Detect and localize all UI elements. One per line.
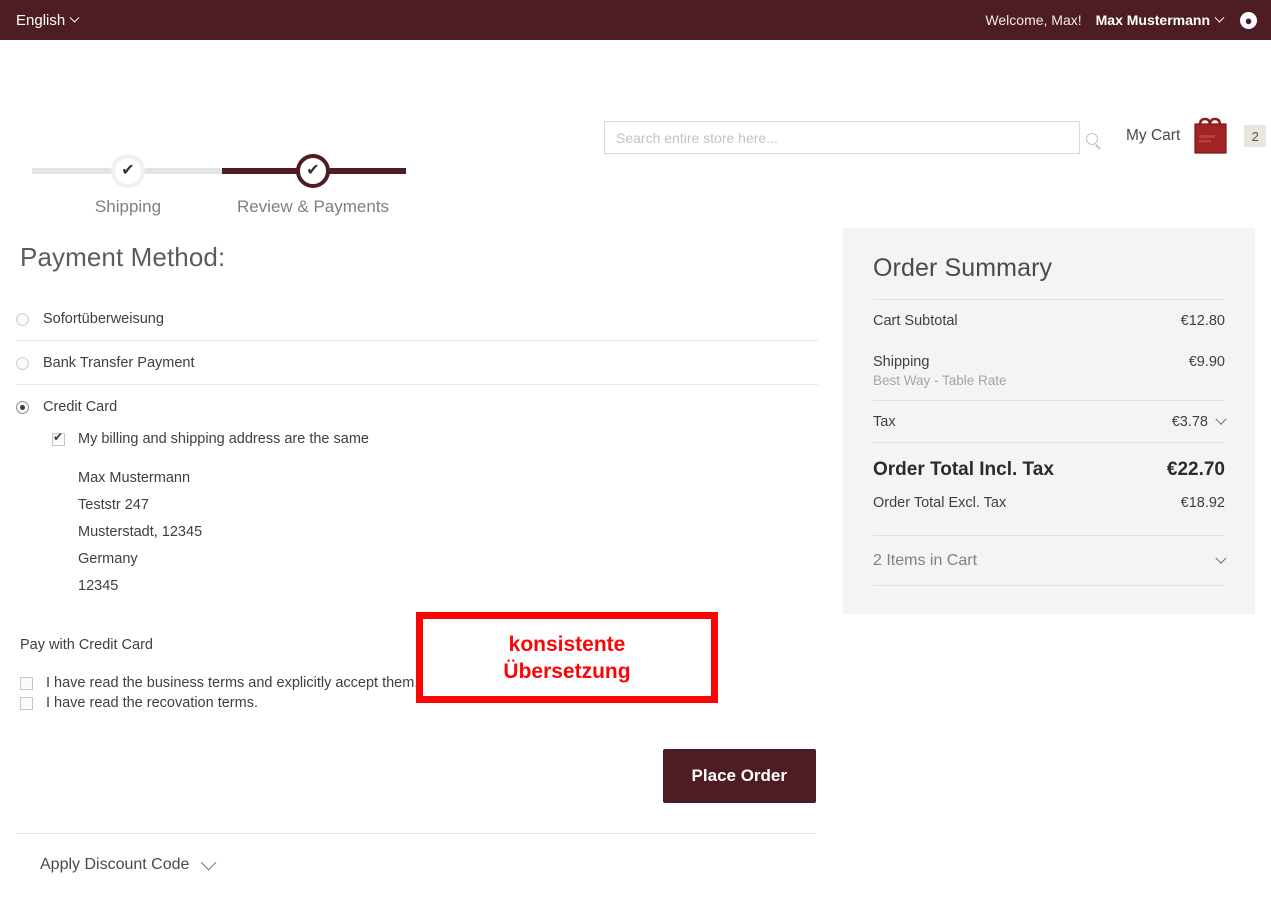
summary-value: €12.80 (1180, 313, 1225, 329)
apply-discount-code-label: Apply Discount Code (40, 856, 190, 873)
summary-row-tax[interactable]: Tax €3.78 (873, 400, 1227, 443)
summary-shipping-group: Shipping Best Way - Table Rate (873, 354, 1007, 388)
billing-address-block: Max Mustermann Teststr 247 Musterstadt, … (78, 465, 818, 600)
summary-label: Tax (873, 414, 896, 430)
annotation-callout-box: konsistente Übersetzung (416, 612, 718, 703)
summary-tax-value-group[interactable]: €3.78 (1171, 413, 1227, 430)
payment-methods-list: Sofortüberweisung Bank Transfer Payment … (16, 297, 818, 613)
checkout-columns: Payment Method: Sofortüberweisung Bank T… (16, 224, 1255, 874)
address-line: Teststr 247 (78, 497, 149, 513)
summary-label: Order Total Excl. Tax (873, 495, 1007, 511)
order-totals-table: Cart Subtotal €12.80 Shipping Best Way -… (873, 299, 1227, 586)
chevron-down-icon (1215, 552, 1227, 564)
address-line: Germany (78, 551, 138, 567)
page-title: Payment Method: (20, 242, 226, 272)
payment-method-option[interactable]: Bank Transfer Payment (16, 341, 818, 385)
summary-column: Order Summary Cart Subtotal €12.80 Shipp… (843, 224, 1255, 874)
radio-sofortueberweisung[interactable] (16, 312, 29, 326)
summary-value: €9.90 (1188, 354, 1225, 370)
items-in-cart-toggle[interactable]: 2 Items in Cart (873, 535, 1227, 586)
revocation-terms-label: I have read the recovation terms. (46, 695, 258, 711)
address-line: 12345 (78, 578, 119, 594)
place-order-button[interactable]: Place Order (662, 749, 816, 803)
welcome-message: Welcome, Max! (985, 12, 1082, 28)
summary-value: €18.92 (1180, 495, 1225, 511)
order-summary-panel: Order Summary Cart Subtotal €12.80 Shipp… (843, 228, 1255, 614)
check-icon: ✔ (306, 162, 320, 179)
summary-value: €22.70 (1166, 459, 1225, 480)
summary-value: €3.78 (1171, 414, 1208, 430)
topbar-left-group: English (16, 11, 80, 29)
radio-credit-card[interactable] (16, 400, 29, 414)
payment-method-label: Bank Transfer Payment (43, 355, 195, 371)
topbar-right-group: Welcome, Max! Max Mustermann ● (985, 11, 1257, 29)
business-terms-checkbox[interactable] (20, 676, 33, 690)
payment-column: Payment Method: Sofortüberweisung Bank T… (16, 224, 827, 874)
credit-card-details: My billing and shipping address are the … (52, 431, 818, 600)
user-circle-icon[interactable]: ● (1240, 11, 1257, 29)
business-terms-label: I have read the business terms and expli… (46, 675, 419, 691)
annotation-line-1: konsistente (508, 632, 626, 656)
language-label: English (16, 11, 66, 29)
billing-same-label: My billing and shipping address are the … (78, 431, 369, 447)
annotation-line-2: Übersetzung (503, 659, 631, 683)
summary-row-subtotal: Cart Subtotal €12.80 (873, 300, 1225, 341)
chevron-down-icon (1215, 413, 1227, 425)
summary-row-grand-total: Order Total Incl. Tax €22.70 (873, 443, 1225, 489)
payment-method-header: Bank Transfer Payment (16, 355, 818, 371)
apply-discount-code-toggle[interactable]: Apply Discount Code (40, 854, 217, 874)
radio-bank-transfer[interactable] (16, 356, 29, 370)
check-icon: ✔ (121, 162, 135, 179)
chevron-down-icon (1214, 12, 1225, 23)
address-line: Musterstadt, 12345 (78, 524, 203, 540)
items-in-cart-label: 2 Items in Cart (873, 552, 978, 569)
checkout-page: ✔ ✔ Shipping Review & Payments Payment M… (0, 142, 1271, 874)
order-summary-title: Order Summary (873, 254, 1053, 282)
checkout-progress-bar: ✔ ✔ Shipping Review & Payments (16, 142, 406, 224)
address-line: Max Mustermann (78, 470, 191, 486)
summary-shipping-method: Best Way - Table Rate (873, 373, 1007, 388)
chevron-down-icon (69, 12, 80, 23)
billing-same-checkbox[interactable] (52, 431, 65, 446)
progress-step-review-node[interactable]: ✔ (296, 154, 330, 188)
account-name-label: Max Mustermann (1095, 12, 1210, 28)
payment-method-label: Sofortüberweisung (43, 311, 164, 327)
payment-method-header: Credit Card (16, 399, 818, 415)
chevron-down-icon (201, 854, 217, 870)
payment-method-option[interactable]: Credit Card My billing and shipping addr… (16, 385, 818, 613)
top-utility-bar: English Welcome, Max! Max Mustermann ● (0, 0, 1271, 40)
site-header: My Cart 2 (0, 40, 1271, 154)
summary-label: Shipping (873, 354, 930, 370)
progress-step-review-label[interactable]: Review & Payments (237, 197, 389, 217)
summary-row-shipping: Shipping Best Way - Table Rate €9.90 (873, 341, 1225, 400)
summary-label: Order Total Incl. Tax (873, 459, 1054, 480)
payment-method-label: Credit Card (43, 399, 118, 415)
revocation-terms-checkbox[interactable] (20, 696, 33, 710)
summary-label: Cart Subtotal (873, 313, 958, 329)
summary-row-total-excl-tax: Order Total Excl. Tax €18.92 (873, 489, 1225, 523)
checkout-actions: Place Order (16, 749, 816, 803)
language-switcher[interactable]: English (16, 11, 80, 29)
discount-section: Apply Discount Code (16, 833, 816, 874)
progress-step-shipping-node[interactable]: ✔ (111, 154, 145, 188)
progress-step-shipping-label[interactable]: Shipping (95, 197, 161, 217)
payment-method-header: Sofortüberweisung (16, 311, 818, 327)
payment-method-option[interactable]: Sofortüberweisung (16, 297, 818, 341)
billing-same-row[interactable]: My billing and shipping address are the … (52, 431, 818, 447)
account-menu[interactable]: Max Mustermann (1095, 12, 1225, 28)
